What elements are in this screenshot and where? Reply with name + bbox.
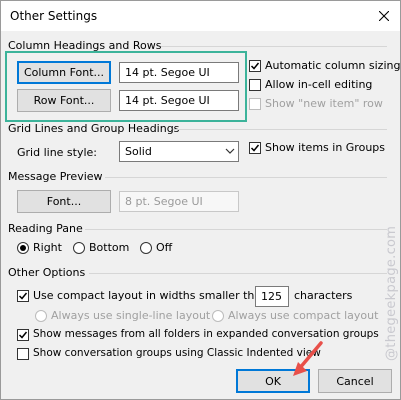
show-items-in-groups-label: Show items in Groups	[265, 141, 386, 154]
section-divider	[105, 177, 387, 178]
checkmark-icon	[250, 144, 260, 152]
auto-column-sizing-checkbox[interactable]	[249, 60, 261, 72]
section-grid-lines: Grid Lines and Group Headings	[8, 122, 180, 135]
show-new-item-row-label: Show "new item" row	[265, 97, 383, 110]
column-font-field: 14 pt. Segoe UI	[119, 62, 239, 83]
reading-pane-off-radio[interactable]	[140, 242, 152, 254]
always-compact-layout-label: Always use compact layout	[228, 309, 379, 322]
radio-selected-dot	[20, 245, 26, 251]
section-reading-pane: Reading Pane	[8, 222, 83, 235]
section-divider	[173, 129, 387, 130]
cancel-button[interactable]: Cancel	[318, 369, 392, 393]
section-divider	[161, 46, 387, 47]
compact-layout-checkbox[interactable]	[17, 290, 29, 302]
row-font-button[interactable]: Row Font...	[17, 89, 111, 112]
reading-pane-right-label: Right	[33, 241, 62, 254]
dialog-title: Other Settings	[10, 9, 98, 23]
always-compact-layout-radio[interactable]	[212, 310, 224, 322]
show-messages-all-folders-checkbox[interactable]	[17, 329, 29, 341]
auto-column-sizing-label: Automatic column sizing	[265, 59, 401, 72]
grid-line-style-select[interactable]: Solid	[119, 141, 239, 162]
single-line-layout-radio[interactable]	[35, 310, 47, 322]
compact-width-input[interactable]: 125	[255, 286, 289, 307]
compact-layout-unit-label: characters	[294, 289, 353, 302]
chevron-down-icon	[225, 148, 235, 154]
single-line-layout-label: Always use single-line layout	[51, 309, 211, 322]
checkmark-icon	[18, 292, 28, 300]
close-icon	[379, 11, 389, 21]
other-settings-dialog: Other Settings Column Headings and Rows …	[0, 0, 401, 400]
preview-font-button[interactable]: Font...	[17, 190, 111, 213]
reading-pane-bottom-label: Bottom	[89, 241, 130, 254]
grid-line-style-label: Grid line style:	[17, 146, 98, 159]
checkmark-icon	[250, 62, 260, 70]
section-divider	[85, 229, 387, 230]
checkmark-icon	[18, 331, 28, 339]
section-message-preview: Message Preview	[8, 170, 103, 183]
reading-pane-right-radio[interactable]	[17, 242, 29, 254]
section-other-options: Other Options	[8, 266, 86, 279]
title-bar: Other Settings	[1, 1, 400, 31]
annotation-arrow-icon	[293, 341, 323, 376]
section-divider	[89, 273, 387, 274]
row-font-field: 14 pt. Segoe UI	[119, 90, 239, 111]
watermark-text: @thegeekpage.com	[384, 225, 399, 361]
close-button[interactable]	[374, 6, 394, 26]
reading-pane-bottom-radio[interactable]	[73, 242, 85, 254]
grid-line-style-value: Solid	[125, 145, 152, 158]
allow-in-cell-editing-checkbox[interactable]	[249, 79, 261, 91]
preview-font-field: 8 pt. Segoe UI	[119, 191, 239, 212]
classic-indented-view-label: Show conversation groups using Classic I…	[33, 347, 321, 359]
allow-in-cell-editing-label: Allow in-cell editing	[265, 78, 373, 91]
reading-pane-off-label: Off	[156, 241, 173, 254]
show-new-item-row-checkbox[interactable]	[249, 98, 261, 110]
compact-layout-label: Use compact layout in widths smaller tha…	[33, 289, 269, 302]
column-font-button[interactable]: Column Font...	[17, 61, 111, 84]
classic-indented-view-checkbox[interactable]	[17, 348, 29, 360]
show-items-in-groups-checkbox[interactable]	[249, 142, 261, 154]
